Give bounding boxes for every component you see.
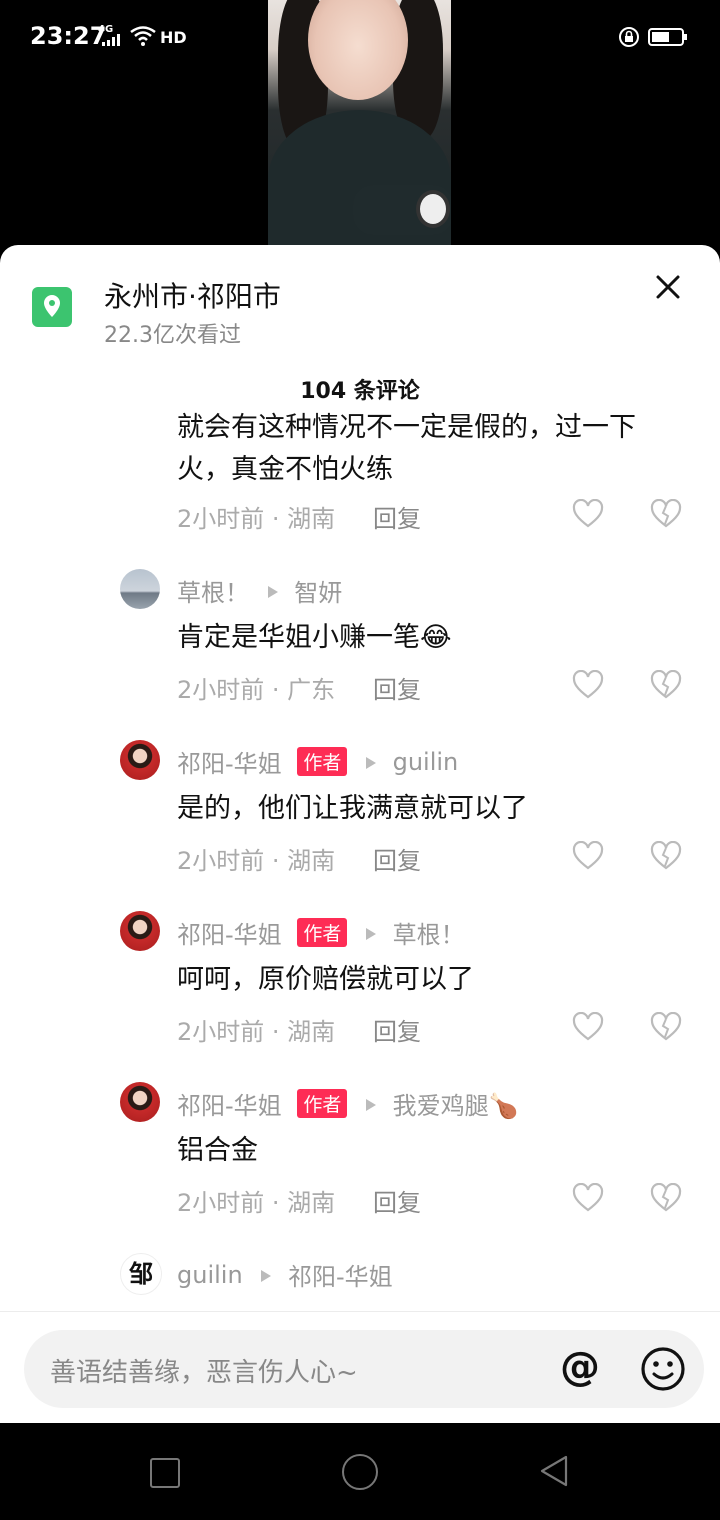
mention-icon[interactable]: @: [560, 1344, 600, 1390]
heart-icon[interactable]: [572, 841, 604, 871]
comment-header: 祁阳-华姐 作者 我爱鸡腿🍗: [177, 1086, 519, 1121]
reply-to-name[interactable]: 我爱鸡腿🍗: [393, 1086, 519, 1121]
close-icon[interactable]: [652, 271, 684, 303]
comment-header: guilin 祁阳-华姐: [177, 1257, 393, 1292]
reply-button[interactable]: 回复: [373, 670, 421, 705]
avatar[interactable]: [120, 1082, 160, 1122]
comment-meta: 2小时前 · 湖南: [177, 505, 336, 533]
commenter-name[interactable]: guilin: [177, 1261, 243, 1289]
heart-icon[interactable]: [572, 1183, 604, 1213]
comment-text: 肯定是华姐小赚一笔😂: [177, 622, 452, 653]
reply-arrow-icon: [260, 1261, 272, 1289]
avatar[interactable]: [120, 740, 160, 780]
author-badge: 作者: [297, 747, 348, 776]
broken-heart-icon[interactable]: [650, 1012, 682, 1042]
commenter-name[interactable]: 祁阳-华姐: [177, 915, 282, 950]
heart-icon[interactable]: [572, 499, 604, 529]
comment-meta: 2小时前 · 湖南: [177, 847, 336, 875]
comment-count: 104 条评论: [300, 379, 420, 404]
reply-button[interactable]: 回复: [373, 1183, 421, 1218]
heart-icon[interactable]: [572, 1012, 604, 1042]
commenter-name[interactable]: 草根！: [177, 573, 249, 608]
broken-heart-icon[interactable]: [650, 841, 682, 871]
broken-heart-icon[interactable]: [650, 670, 682, 700]
comment-text: 就会有这种情况不一定是假的，过一下火，真金不怕火练: [177, 412, 636, 485]
comment-header: 祁阳-华姐 作者 guilin: [177, 744, 458, 779]
reply-arrow-icon: [365, 1090, 377, 1118]
location-badge[interactable]: [32, 287, 72, 327]
comment-meta: 2小时前 · 湖南: [177, 1018, 336, 1046]
comment-input[interactable]: 善语结善缘，恶言伤人心~ @: [24, 1330, 704, 1408]
reply-to-name[interactable]: 祁阳-华姐: [288, 1257, 393, 1292]
reply-to-name[interactable]: guilin: [393, 748, 459, 776]
comment-list[interactable]: 就会有这种情况不一定是假的，过一下火，真金不怕火练 2小时前 · 湖南 回复 草…: [0, 405, 720, 1311]
status-time: 23:27: [30, 22, 107, 50]
avatar[interactable]: 邹: [120, 1253, 162, 1295]
reply-button[interactable]: 回复: [373, 841, 421, 876]
comment-text: 呵呵，原价赔偿就可以了: [177, 964, 474, 995]
commenter-name[interactable]: 祁阳-华姐: [177, 744, 282, 779]
system-nav-bar: [0, 1423, 720, 1520]
comment-header: 草根！ 智妍: [177, 573, 342, 608]
home-button[interactable]: [342, 1454, 378, 1490]
reply-arrow-icon: [365, 748, 377, 776]
emoji-icon[interactable]: [640, 1346, 686, 1392]
comment-text: 铝合金: [177, 1135, 258, 1166]
location-pin-icon: [44, 295, 60, 317]
signal-icon: [102, 34, 120, 46]
comment-meta: 2小时前 · 广东: [177, 676, 336, 704]
battery-icon: [648, 28, 687, 46]
reply-to-name[interactable]: 草根！: [393, 915, 465, 950]
avatar[interactable]: [120, 911, 160, 951]
avatar[interactable]: [120, 569, 160, 609]
comment-meta: 2小时前 · 湖南: [177, 1189, 336, 1217]
back-button[interactable]: [538, 1454, 570, 1488]
video-preview[interactable]: [268, 0, 451, 245]
comment-header: 祁阳-华姐 作者 草根！: [177, 915, 465, 950]
location-title[interactable]: 永州市·祁阳市: [104, 275, 281, 315]
reply-arrow-icon: [365, 919, 377, 947]
wifi-icon: [130, 26, 156, 46]
commenter-name[interactable]: 祁阳-华姐: [177, 1086, 282, 1121]
comment-sheet: 永州市·祁阳市 22.3亿次看过 104 条评论 就会有这种情况不一定是假的，过…: [0, 245, 720, 1423]
hd-label: HD: [160, 28, 187, 47]
location-views: 22.3亿次看过: [104, 323, 241, 348]
author-badge: 作者: [297, 1089, 348, 1118]
broken-heart-icon[interactable]: [650, 1183, 682, 1213]
comment-input-bar: 善语结善缘，恶言伤人心~ @: [0, 1311, 720, 1423]
reply-button[interactable]: 回复: [373, 499, 421, 534]
heart-icon[interactable]: [572, 670, 604, 700]
comment-input-placeholder: 善语结善缘，恶言伤人心~: [50, 1358, 358, 1388]
broken-heart-icon[interactable]: [650, 499, 682, 529]
recents-button[interactable]: [150, 1458, 180, 1488]
reply-arrow-icon: [267, 577, 279, 605]
rotation-lock-icon: [619, 27, 639, 47]
reply-to-name[interactable]: 智妍: [294, 573, 342, 608]
author-badge: 作者: [297, 918, 348, 947]
reply-button[interactable]: 回复: [373, 1012, 421, 1047]
comment-text: 是的，他们让我满意就可以了: [177, 793, 528, 824]
